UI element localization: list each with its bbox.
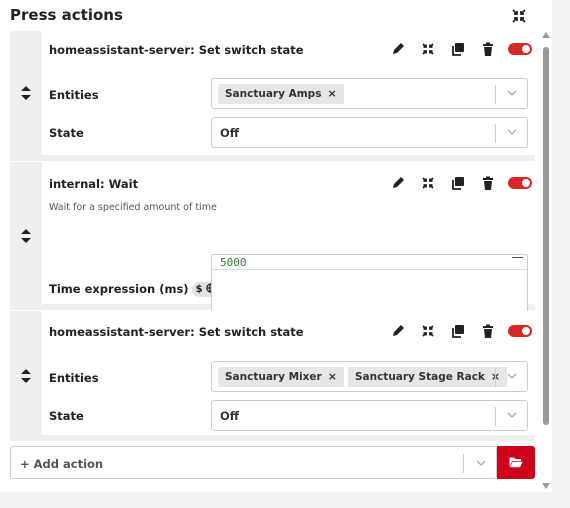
action-title: homeassistant-server: Set switch state xyxy=(49,325,304,339)
action-description: Wait for a specified amount of time xyxy=(49,202,217,213)
state-select[interactable]: Off xyxy=(211,400,528,431)
edit-pencil-icon[interactable] xyxy=(390,41,406,57)
add-action-select[interactable]: + Add action xyxy=(10,446,497,479)
drag-sort-icon xyxy=(21,86,31,100)
drag-sort-icon xyxy=(21,229,31,243)
scroll-up-icon[interactable] xyxy=(542,32,550,38)
duplicate-icon[interactable] xyxy=(450,41,466,57)
collapse-icon[interactable] xyxy=(420,41,436,57)
state-label: State xyxy=(49,126,84,140)
entity-chip: Sanctuary Stage Rack× xyxy=(347,367,508,387)
enable-toggle[interactable] xyxy=(508,325,532,337)
entity-chip: Sanctuary Mixer × xyxy=(218,367,344,387)
add-action-row: + Add action xyxy=(10,446,535,479)
action-toolbar xyxy=(376,322,532,340)
entities-label: Entities xyxy=(49,371,99,385)
edit-pencil-icon[interactable] xyxy=(390,323,406,339)
actions-list: homeassistant-server: Set switch state E… xyxy=(10,31,535,441)
action-title: internal: Wait xyxy=(49,177,139,191)
chevron-down-icon[interactable] xyxy=(476,459,486,467)
drag-sort-icon xyxy=(21,369,31,383)
drag-handle[interactable] xyxy=(10,311,42,441)
state-value: Off xyxy=(220,409,240,423)
state-value: Off xyxy=(220,126,240,140)
state-label: State xyxy=(49,409,84,423)
textarea-scrollbar[interactable] xyxy=(512,257,523,268)
collapse-icon[interactable] xyxy=(420,323,436,339)
entity-chip: Sanctuary Amps × xyxy=(218,84,344,104)
collapse-icon[interactable] xyxy=(420,175,436,191)
remove-chip-icon[interactable]: × xyxy=(328,370,337,383)
action-toolbar xyxy=(376,40,532,58)
panel-title: Press actions xyxy=(10,6,123,24)
duplicate-icon[interactable] xyxy=(450,175,466,191)
drag-handle[interactable] xyxy=(10,31,42,161)
chevron-down-icon[interactable] xyxy=(507,89,517,97)
load-template-button[interactable] xyxy=(497,446,535,479)
collapse-all-icon[interactable] xyxy=(511,8,527,24)
duplicate-icon[interactable] xyxy=(450,323,466,339)
action-card: internal: Wait Wait for a specified amou… xyxy=(10,162,535,328)
chevron-down-icon[interactable] xyxy=(507,411,517,419)
chevron-down-icon[interactable] xyxy=(507,372,517,380)
scroll-down-icon[interactable] xyxy=(542,483,550,489)
action-card: homeassistant-server: Set switch state E… xyxy=(10,31,535,161)
time-expression-value: 5000 xyxy=(220,256,247,269)
add-action-label: + Add action xyxy=(20,457,104,471)
entities-select[interactable]: Sanctuary Mixer× Sanctuary Stage Rack× xyxy=(211,361,528,392)
enable-toggle[interactable] xyxy=(508,43,532,55)
trash-icon[interactable] xyxy=(480,41,496,57)
action-card: homeassistant-server: Set switch state E… xyxy=(10,311,535,441)
enable-toggle[interactable] xyxy=(508,177,532,189)
trash-icon[interactable] xyxy=(480,323,496,339)
time-expression-label: Time expression (ms) $ xyxy=(49,282,221,297)
remove-chip-icon[interactable]: × xyxy=(327,87,336,100)
edit-pencil-icon[interactable] xyxy=(390,175,406,191)
chevron-down-icon[interactable] xyxy=(507,128,517,136)
entities-select[interactable]: Sanctuary Amps × xyxy=(211,78,528,109)
scrollbar-thumb[interactable] xyxy=(543,47,549,425)
action-toolbar xyxy=(376,174,532,192)
action-title: homeassistant-server: Set switch state xyxy=(49,43,304,57)
trash-icon[interactable] xyxy=(480,175,496,191)
entities-label: Entities xyxy=(49,88,99,102)
folder-open-icon xyxy=(509,457,523,468)
state-select[interactable]: Off xyxy=(211,117,528,148)
press-actions-panel: Press actions homeassistant-server: Set … xyxy=(0,0,552,492)
drag-handle[interactable] xyxy=(10,162,42,310)
panel-scrollbar[interactable] xyxy=(539,32,552,492)
